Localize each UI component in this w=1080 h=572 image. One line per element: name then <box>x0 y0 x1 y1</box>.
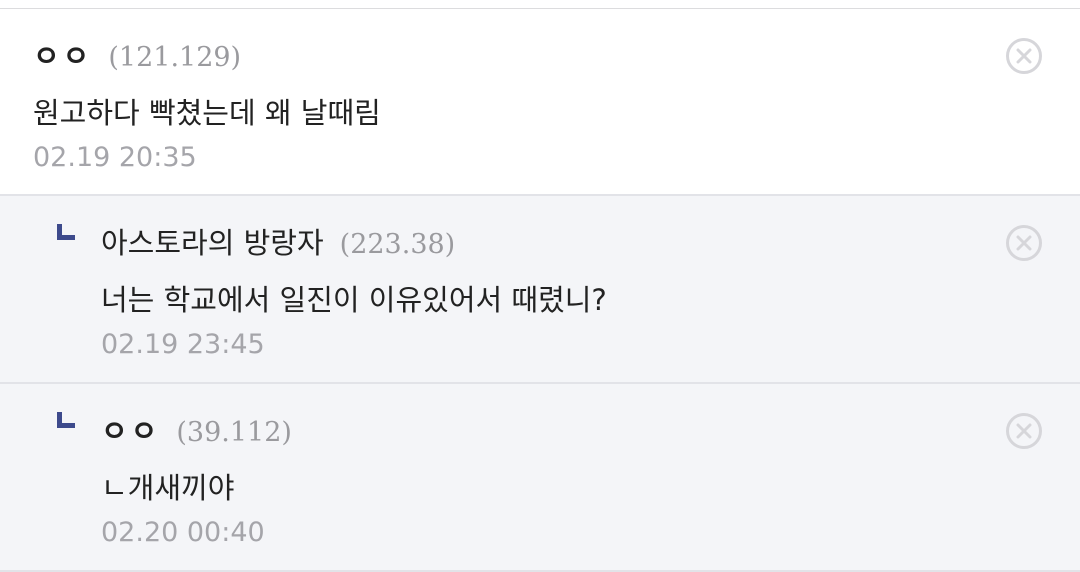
comment-date: 02.19 23:45 <box>101 329 265 360</box>
close-circle-icon <box>1016 235 1032 251</box>
reply-corner-icon <box>57 224 75 240</box>
comment-nickname[interactable]: 아스토라의 방랑자 <box>101 220 324 262</box>
delete-comment-button[interactable] <box>1006 225 1042 261</box>
comment-nickname[interactable]: ㅇㅇ <box>33 33 92 75</box>
delete-comment-button[interactable] <box>1006 413 1042 449</box>
comment-header: 아스토라의 방랑자 (223.38) <box>101 220 455 262</box>
comment-ip: (121.129) <box>108 42 242 73</box>
reply-corner-icon <box>57 412 75 428</box>
comment-text: ㄴ개새끼야 <box>101 471 235 505</box>
comment-ip: (39.112) <box>176 417 292 448</box>
comment-nickname[interactable]: ㅇㅇ <box>101 408 160 450</box>
comment-header: ㅇㅇ (39.112) <box>101 408 292 450</box>
comment-ip: (223.38) <box>339 229 456 260</box>
comment-date: 02.19 20:35 <box>33 142 197 173</box>
close-circle-icon <box>1016 48 1032 64</box>
comment-text: 너는 학교에서 일진이 이유있어서 때렸니? <box>101 283 607 317</box>
delete-comment-button[interactable] <box>1006 38 1042 74</box>
reply-item: 아스토라의 방랑자 (223.38) 너는 학교에서 일진이 이유있어서 때렸니… <box>0 196 1080 384</box>
top-divider <box>0 0 1080 9</box>
comment-item: ㅇㅇ (121.129) 원고하다 빡쳤는데 왜 날때림 02.19 20:35 <box>0 9 1080 196</box>
comment-text: 원고하다 빡쳤는데 왜 날때림 <box>33 96 381 130</box>
comment-date: 02.20 00:40 <box>101 517 265 548</box>
reply-item: ㅇㅇ (39.112) ㄴ개새끼야 02.20 00:40 <box>0 384 1080 572</box>
comment-header: ㅇㅇ (121.129) <box>33 33 241 75</box>
close-circle-icon <box>1016 423 1032 439</box>
